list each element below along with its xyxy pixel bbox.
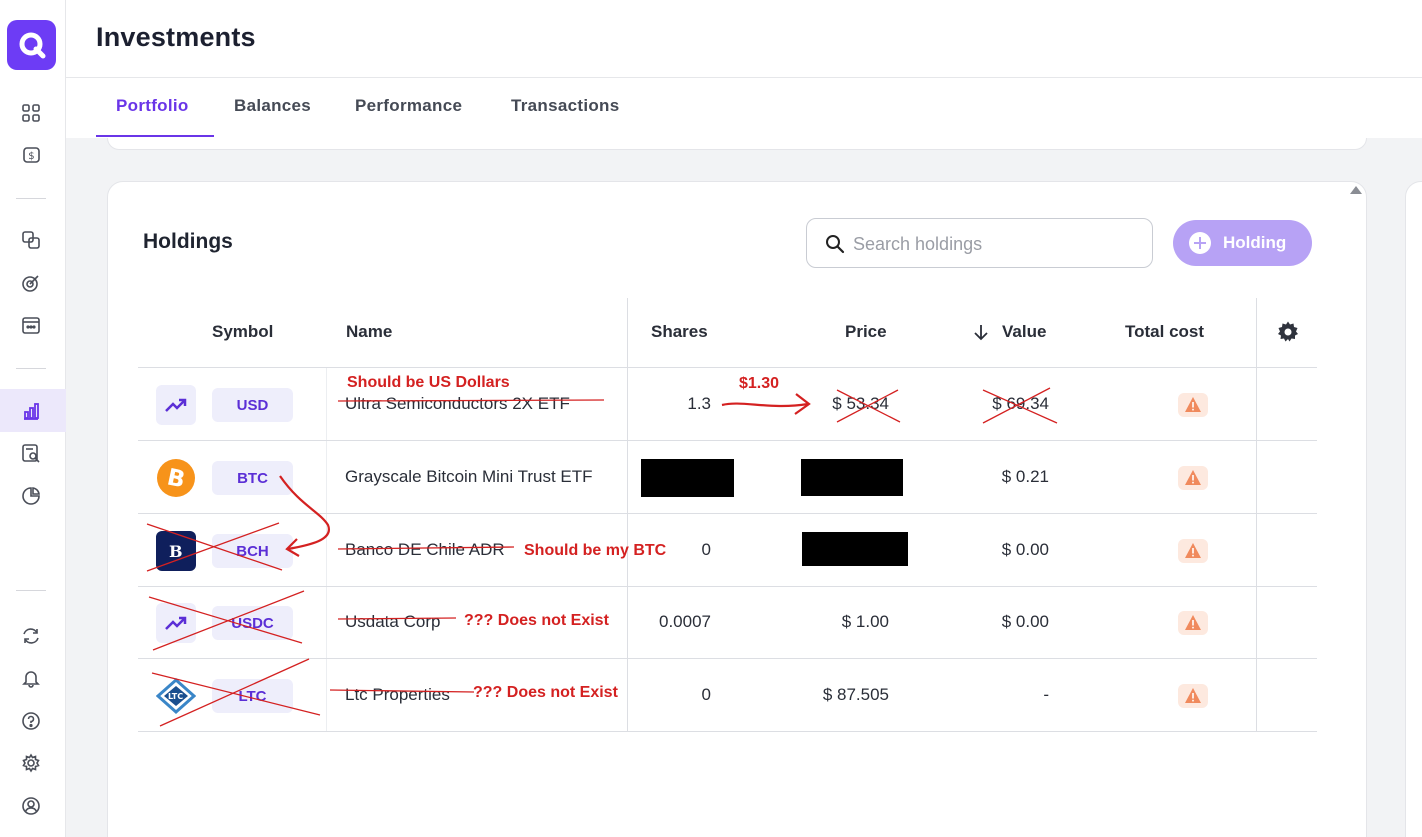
warning-icon[interactable] [1178, 539, 1208, 563]
page-title: Investments [96, 22, 256, 52]
tab-transactions[interactable]: Transactions [511, 96, 619, 138]
tab-bar: Portfolio Balances Performance Transacti… [66, 78, 1422, 138]
symbol-badge: LTC [212, 679, 293, 713]
ltc-logo-icon: LTC [156, 676, 196, 716]
redacted-shares [641, 459, 734, 497]
warning-icon[interactable] [1178, 466, 1208, 490]
logo-q-icon [19, 32, 46, 59]
dashboard-icon[interactable] [19, 101, 43, 125]
help-icon[interactable] [19, 709, 43, 733]
column-settings-gear-icon[interactable] [1276, 320, 1300, 344]
svg-text:B: B [169, 542, 183, 561]
page-header: Investments [66, 0, 1422, 78]
warning-icon[interactable] [1178, 684, 1208, 708]
market-value: $ 0.21 [1001, 467, 1049, 486]
symbol-badge: USD [212, 388, 293, 422]
col-symbol[interactable]: Symbol [212, 322, 273, 342]
search-icon [826, 235, 845, 254]
money-icon[interactable]: $ [19, 143, 43, 167]
price-value: $ 53.34 [832, 394, 889, 413]
symbol-badge: BTC [212, 461, 293, 495]
annotation-usdc-note: ??? Does not Exist [464, 612, 609, 629]
annotation-usd-name: Should be US Dollars [347, 374, 510, 391]
table-row[interactable]: B BTC Grayscale Bitcoin Mini Trust ETF $… [138, 441, 1317, 514]
redacted-price [802, 532, 908, 566]
market-value: $ 69.34 [992, 394, 1049, 413]
table-row[interactable]: LTC LTC Ltc Properties 0 $ 87.505 - [138, 659, 1317, 732]
panel-edge [107, 138, 1367, 150]
add-holding-label: Holding [1223, 233, 1287, 252]
goals-target-icon[interactable] [19, 271, 43, 295]
warning-icon[interactable] [1178, 611, 1208, 635]
market-value: $ 0.00 [1001, 540, 1049, 559]
trend-up-icon [156, 385, 196, 425]
sort-down-arrow-icon[interactable] [973, 323, 989, 341]
shares-value: 0 [701, 685, 711, 704]
holding-name: Grayscale Bitcoin Mini Trust ETF [345, 467, 593, 486]
plus-circle-icon [1189, 232, 1211, 254]
col-total-cost[interactable]: Total cost [1125, 322, 1204, 342]
table-row[interactable]: USD Ultra Semiconductors 2X ETF 1.3 $ 53… [138, 368, 1317, 441]
banco-chile-logo-icon: B [156, 531, 196, 571]
market-value: $ 0.00 [1001, 612, 1049, 631]
col-shares[interactable]: Shares [651, 322, 708, 342]
trend-up-icon [156, 603, 196, 643]
sync-icon[interactable] [19, 624, 43, 648]
transfer-icon[interactable] [19, 228, 43, 252]
search-input[interactable] [853, 231, 1143, 257]
add-holding-button[interactable]: Holding [1173, 220, 1312, 266]
app-logo[interactable] [7, 20, 56, 70]
holdings-title: Holdings [143, 230, 233, 253]
holding-name: Usdata Corp [345, 612, 441, 631]
table-row[interactable]: USDC Usdata Corp 0.0007 $ 1.00 $ 0.00 [138, 586, 1317, 659]
market-value: - [1043, 685, 1049, 704]
bitcoin-icon: B [156, 458, 196, 498]
bell-icon[interactable] [19, 666, 43, 690]
sidebar-divider [16, 368, 46, 369]
holding-name: Ultra Semiconductors 2X ETF [345, 394, 570, 413]
shares-value: 1.3 [687, 394, 711, 413]
annotation-usd-price: $1.30 [739, 375, 780, 392]
price-value: $ 1.00 [841, 612, 889, 631]
sidebar: $ [0, 0, 66, 837]
settings-gear-icon[interactable] [19, 751, 43, 775]
scroll-up-arrow-icon[interactable] [1350, 186, 1362, 194]
col-value[interactable]: Value [1002, 322, 1046, 342]
reports-search-icon[interactable] [19, 441, 43, 465]
svg-text:LTC: LTC [168, 692, 183, 701]
tab-balances[interactable]: Balances [234, 96, 311, 138]
pie-chart-icon[interactable] [19, 484, 43, 508]
shares-value: 0.0007 [659, 612, 711, 631]
warning-icon[interactable] [1178, 393, 1208, 417]
symbol-badge: BCH [212, 534, 293, 568]
symbol-badge: USDC [212, 606, 293, 640]
svg-text:$: $ [28, 151, 34, 162]
annotation-ltc-note: ??? Does not Exist [473, 684, 618, 701]
col-price[interactable]: Price [845, 322, 887, 342]
table-header: Symbol Name Shares Price Value Total cos… [138, 298, 1317, 368]
investments-chart-icon[interactable] [19, 399, 43, 423]
calendar-icon[interactable] [19, 313, 43, 337]
holding-name: Ltc Properties [345, 685, 450, 704]
tab-portfolio[interactable]: Portfolio [116, 96, 189, 138]
annotation-bch-note: Should be my BTC [524, 542, 667, 559]
active-tab-underline [96, 135, 214, 137]
sidebar-divider [16, 590, 46, 591]
sidebar-divider [16, 198, 46, 199]
price-value: $ 87.505 [822, 685, 889, 704]
tab-performance[interactable]: Performance [355, 96, 462, 138]
holding-name: Banco DE Chile ADR [345, 540, 505, 559]
search-holdings-box[interactable] [806, 218, 1153, 268]
side-card [1405, 181, 1422, 837]
col-name[interactable]: Name [346, 322, 392, 342]
redacted-price [801, 459, 903, 496]
table-row[interactable]: B BCH Banco DE Chile ADR 0 $ 0.00 [138, 514, 1317, 587]
profile-icon[interactable] [19, 794, 43, 818]
